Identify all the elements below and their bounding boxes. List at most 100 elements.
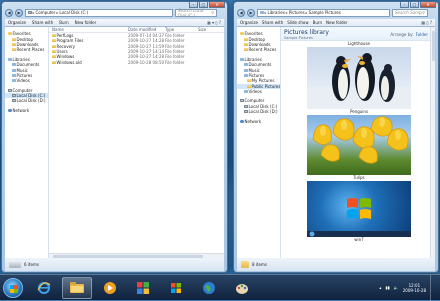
details-pane: 8 items — [237, 258, 435, 271]
breadcrumb-pictures[interactable]: Pictures — [289, 10, 305, 15]
address-bar[interactable]: ▸ Computer ▸ Local Disk (C:) — [25, 8, 173, 17]
tulips-illustration — [312, 116, 409, 164]
arrange-value[interactable]: Folder — [416, 32, 428, 37]
taskbar-app[interactable] — [128, 277, 158, 299]
show-desktop-button[interactable] — [430, 274, 436, 301]
explorer-body: Favorites Desktop Downloads Recent Place… — [237, 27, 435, 258]
network-tray-icon[interactable]: ▮▮ — [385, 285, 389, 290]
column-date[interactable]: Date modified — [128, 27, 165, 32]
forward-button[interactable]: ▶ — [247, 8, 255, 17]
explorer-window-sample-pictures[interactable]: – □ ✕ ◀ ▶ ▸ Libraries ▸ Pictures ▸ Sampl… — [233, 1, 439, 273]
new-folder-button[interactable]: New folder — [75, 20, 97, 25]
folder-icon — [247, 84, 251, 88]
libraries-icon — [8, 57, 12, 61]
back-button[interactable]: ◀ — [5, 8, 13, 17]
column-name[interactable]: Name — [49, 27, 128, 32]
taskbar-explorer[interactable] — [62, 276, 92, 299]
colorful-app-icon — [137, 281, 149, 294]
column-type[interactable]: Type — [165, 27, 198, 32]
organize-button[interactable]: Organize — [240, 20, 258, 25]
folder-icon — [52, 34, 56, 38]
address-row: ◀ ▶ ▸ Libraries ▸ Pictures ▸ Sample Pict… — [237, 8, 428, 17]
clock[interactable]: 12:01 2009-10-28 — [403, 283, 426, 293]
nav-network[interactable]: Network — [237, 118, 280, 124]
start-button[interactable] — [3, 277, 23, 298]
downloads-icon — [12, 42, 16, 46]
computer-icon — [8, 88, 12, 92]
thumbnail-caption: Penguins — [349, 109, 369, 114]
nav-network[interactable]: Network — [5, 108, 48, 113]
volume-icon[interactable]: 🔈 — [394, 285, 399, 290]
search-input[interactable]: Search Local Disk (C:) ⚲ — [175, 7, 217, 18]
arrange-by[interactable]: Arrange by: Folder ▾ — [390, 32, 432, 37]
burn-button[interactable]: Burn — [313, 20, 322, 25]
folder-icon — [52, 55, 56, 59]
tulips-image — [307, 115, 411, 175]
folder-icon — [241, 261, 249, 268]
search-placeholder: Search Local Disk (C:) — [178, 7, 204, 18]
explorer-window-local-disk[interactable]: – □ ✕ ◀ ▶ ▸ Computer ▸ Local Disk (C:) S… — [1, 1, 228, 273]
videos-icon — [12, 79, 16, 83]
thumbnail-penguins[interactable]: Penguins — [307, 47, 411, 114]
win7-illustration — [307, 198, 411, 237]
windows-icon — [171, 282, 181, 293]
documents-icon — [12, 63, 16, 67]
share-with-button[interactable]: Share with — [262, 20, 283, 25]
address-bar[interactable]: ▸ Libraries ▸ Pictures ▸ Sample Pictures — [257, 8, 390, 17]
drive-icon — [244, 110, 248, 114]
taskbar-windows[interactable] — [161, 277, 191, 299]
taskbar-globe[interactable] — [194, 277, 224, 299]
thumbnail-win7[interactable]: win7 — [307, 181, 411, 242]
thumbnail-tulips[interactable]: Tulips — [307, 115, 411, 180]
search-icon: ⚲ — [211, 10, 214, 15]
show-hidden-icons[interactable]: ▴ — [379, 285, 381, 290]
view-options-icon[interactable]: ▦ ▯ ? — [421, 20, 435, 25]
library-header: Pictures library Sample Pictures Arrange… — [281, 27, 435, 41]
scrollbar-thumb[interactable] — [432, 31, 435, 61]
folder-icon — [247, 79, 251, 83]
documents-icon — [244, 63, 248, 67]
command-bar: Organize Share with Burn New folder ▦ ▾ … — [5, 19, 224, 27]
desktop-icon — [12, 37, 16, 41]
search-input[interactable]: Search Sample Pictures ⚲ — [392, 8, 428, 17]
win7-image — [307, 181, 411, 237]
new-folder-button[interactable]: New folder — [326, 20, 348, 25]
system-tray: ▴ ▮▮ 🔈 12:01 2009-10-28 — [379, 274, 440, 301]
drive-icon — [12, 94, 16, 98]
penguins-image — [307, 47, 411, 109]
explorer-body: Favorites Desktop Downloads Recent Place… — [5, 27, 224, 258]
taskbar-paint[interactable] — [227, 277, 257, 299]
back-button[interactable]: ◀ — [237, 8, 245, 17]
thumbnail-lighthouse[interactable]: Lighthouse — [307, 41, 411, 46]
libraries-icon — [240, 57, 244, 61]
vertical-scrollbar[interactable] — [430, 27, 435, 258]
music-icon — [244, 68, 248, 72]
breadcrumb-libraries[interactable]: Libraries — [268, 10, 285, 15]
search-icon: ⚲ — [422, 10, 425, 15]
drive-icon — [244, 104, 248, 108]
command-bar: Organize Share with Slide show Burn New … — [237, 19, 435, 27]
burn-button[interactable]: Burn — [59, 20, 68, 25]
folder-icon — [70, 282, 84, 293]
thumbnail-caption: Tulips — [353, 175, 365, 180]
breadcrumb-sample-pictures[interactable]: Sample Pictures — [309, 10, 341, 15]
windows-logo-icon — [10, 284, 18, 293]
share-with-button[interactable]: Share with — [32, 20, 53, 25]
item-count: 8 items — [252, 262, 267, 267]
recent-places-icon — [12, 48, 16, 52]
breadcrumb-local-disk[interactable]: Local Disk (C:) — [59, 10, 88, 15]
star-icon — [8, 32, 12, 36]
forward-button[interactable]: ▶ — [15, 8, 23, 17]
downloads-icon — [244, 42, 248, 46]
organize-button[interactable]: Organize — [8, 20, 26, 25]
view-options-icon[interactable]: ▦ ▾ ▯ ? — [207, 20, 224, 25]
arrange-label: Arrange by: — [390, 32, 414, 37]
taskbar-ie[interactable] — [29, 277, 59, 299]
column-size[interactable]: Size — [198, 27, 224, 32]
table-row[interactable]: Windows.old 2009-10-28 08:50 File folder — [49, 59, 224, 65]
details-pane: 6 items — [5, 258, 224, 271]
breadcrumb-computer[interactable]: Computer — [36, 10, 56, 15]
thumbnail-caption: Lighthouse — [347, 41, 371, 46]
slide-show-button[interactable]: Slide show — [287, 20, 308, 25]
taskbar-media-player[interactable] — [95, 277, 125, 299]
